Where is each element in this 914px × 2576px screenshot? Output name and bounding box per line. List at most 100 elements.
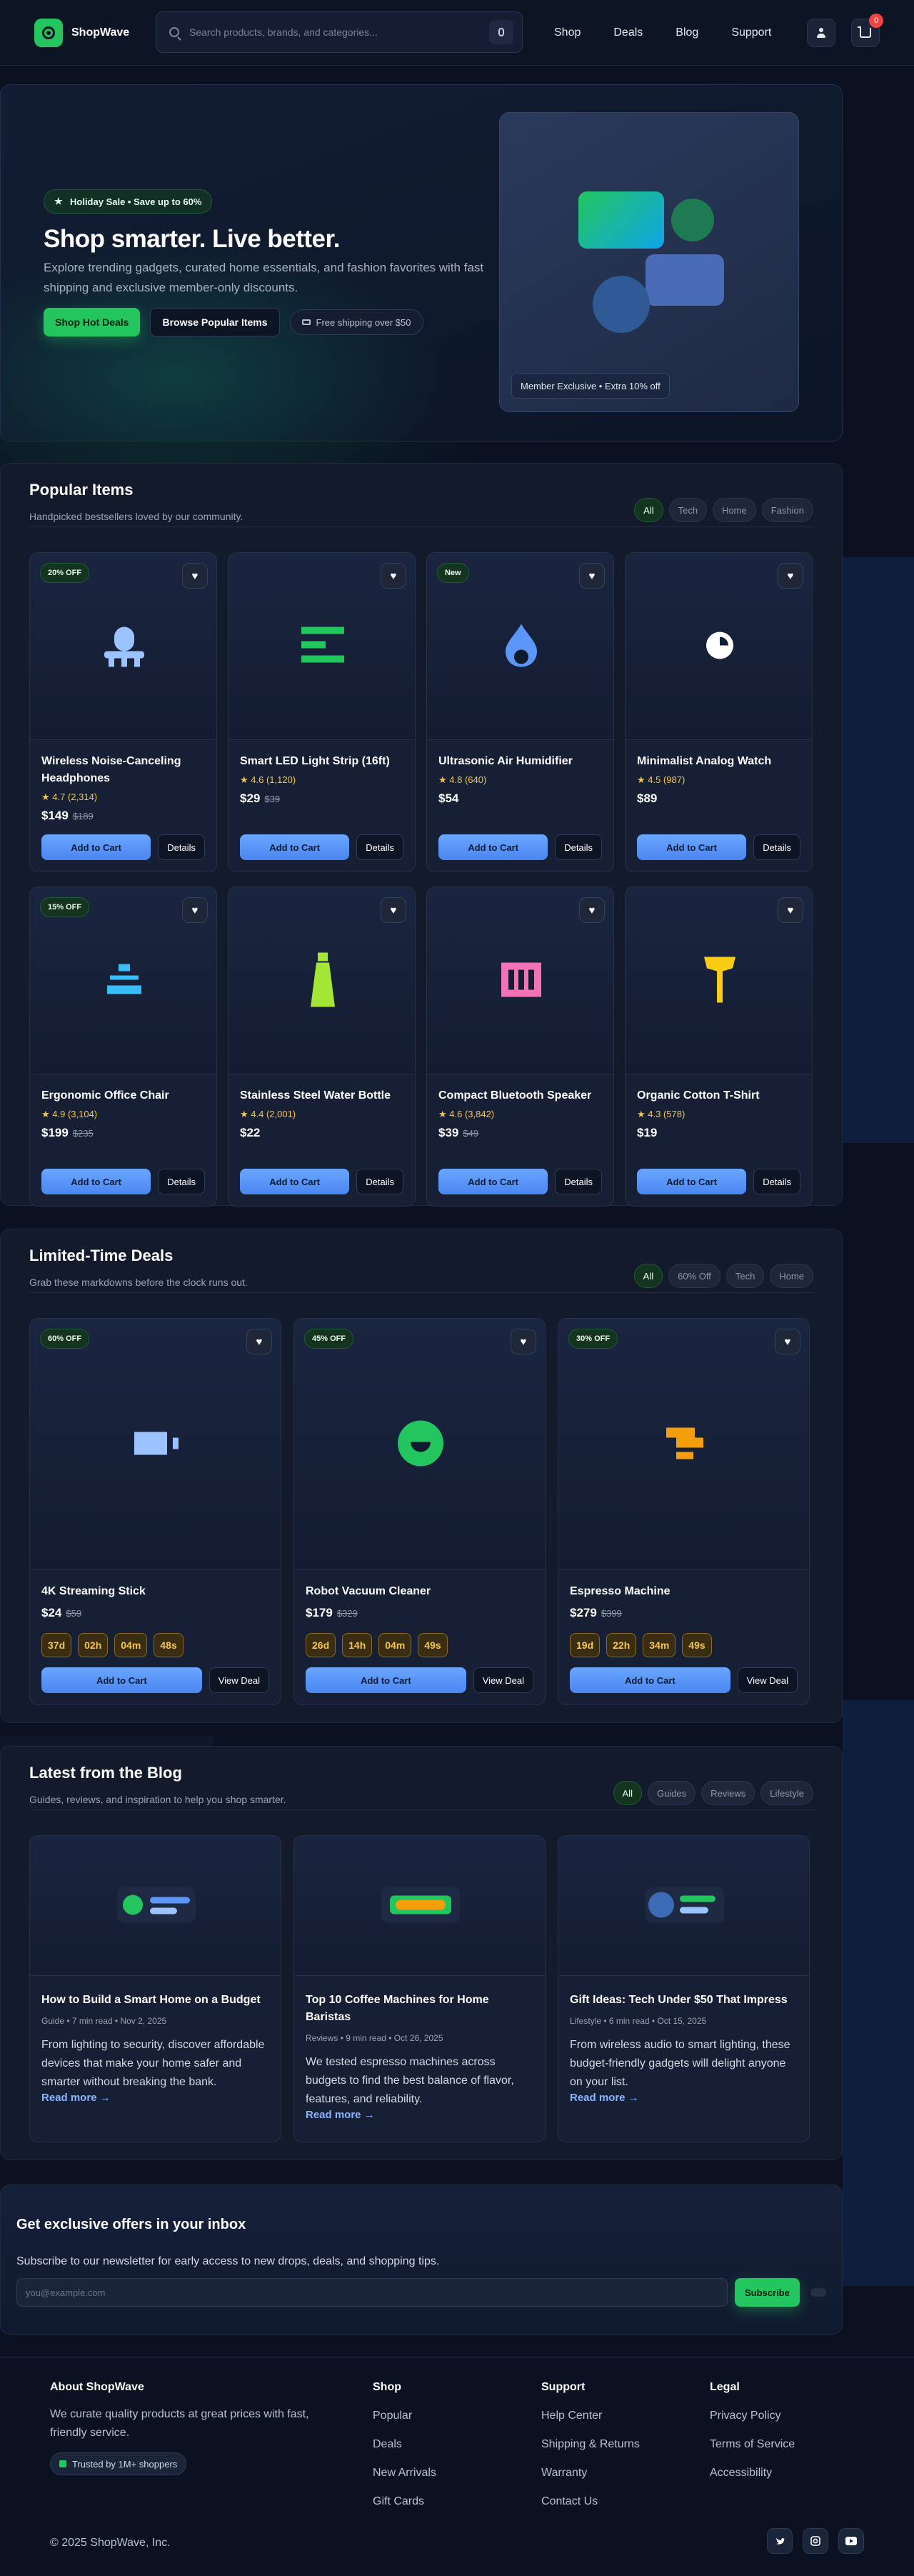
add-to-cart-button[interactable]: Add to Cart bbox=[637, 834, 747, 860]
deal-image[interactable]: 45% OFF ♥ bbox=[294, 1319, 545, 1570]
details-button[interactable]: Details bbox=[158, 1169, 205, 1194]
filter-chip-all[interactable]: All bbox=[613, 1781, 642, 1805]
read-more-link[interactable]: Read more → bbox=[570, 2092, 639, 2104]
filter-chip-fashion[interactable]: Fashion bbox=[761, 498, 813, 522]
heart-icon[interactable]: ♥ bbox=[579, 563, 605, 589]
filter-chip-home[interactable]: Home bbox=[770, 1264, 813, 1288]
product-image[interactable]: ♥ bbox=[626, 553, 812, 740]
product-image[interactable]: 20% OFF ♥ bbox=[30, 553, 216, 740]
details-button[interactable]: Details bbox=[356, 834, 403, 860]
nav-support[interactable]: Support bbox=[731, 26, 771, 39]
product-image[interactable]: ♥ bbox=[427, 887, 613, 1074]
view-deal-button[interactable]: View Deal bbox=[473, 1667, 533, 1693]
add-to-cart-button[interactable]: Add to Cart bbox=[438, 1169, 548, 1194]
add-to-cart-button[interactable]: Add to Cart bbox=[41, 834, 151, 860]
deal-name[interactable]: Espresso Machine bbox=[570, 1583, 798, 1600]
blog-title[interactable]: Top 10 Coffee Machines for Home Baristas bbox=[306, 1992, 533, 2026]
footer-link-privacy[interactable]: Privacy Policy bbox=[710, 2410, 795, 2422]
microphone-icon[interactable] bbox=[489, 20, 513, 44]
view-deal-button[interactable]: View Deal bbox=[737, 1667, 798, 1693]
blog-image[interactable] bbox=[294, 1836, 545, 1976]
details-button[interactable]: Details bbox=[753, 1169, 800, 1194]
footer-link-deals[interactable]: Deals bbox=[373, 2438, 436, 2451]
footer-link-new-arrivals[interactable]: New Arrivals bbox=[373, 2467, 436, 2480]
product-image[interactable]: 15% OFF ♥ bbox=[30, 887, 216, 1074]
blog-image[interactable] bbox=[30, 1836, 281, 1976]
add-to-cart-button[interactable]: Add to Cart bbox=[438, 834, 548, 860]
product-name[interactable]: Wireless Noise-Canceling Headphones bbox=[41, 753, 205, 787]
details-button[interactable]: Details bbox=[555, 834, 602, 860]
details-button[interactable]: Details bbox=[555, 1169, 602, 1194]
nav-deals[interactable]: Deals bbox=[613, 26, 643, 39]
deal-name[interactable]: 4K Streaming Stick bbox=[41, 1583, 269, 1600]
heart-icon[interactable]: ♥ bbox=[778, 563, 803, 589]
product-name[interactable]: Organic Cotton T-Shirt bbox=[637, 1087, 800, 1104]
product-image[interactable]: ♥ bbox=[228, 887, 415, 1074]
deal-image[interactable]: 30% OFF ♥ bbox=[558, 1319, 809, 1570]
search-input[interactable] bbox=[189, 26, 489, 38]
footer-link-warranty[interactable]: Warranty bbox=[541, 2467, 640, 2480]
filter-chip-guides[interactable]: Guides bbox=[647, 1781, 696, 1805]
add-to-cart-button[interactable]: Add to Cart bbox=[306, 1667, 466, 1693]
add-to-cart-button[interactable]: Add to Cart bbox=[637, 1169, 747, 1194]
heart-icon[interactable]: ♥ bbox=[381, 563, 406, 589]
product-name[interactable]: Smart LED Light Strip (16ft) bbox=[240, 753, 403, 770]
product-name[interactable]: Minimalist Analog Watch bbox=[637, 753, 800, 770]
read-more-link[interactable]: Read more → bbox=[306, 2109, 375, 2121]
instagram-icon[interactable] bbox=[803, 2528, 828, 2554]
toggle-switch[interactable] bbox=[810, 2288, 826, 2297]
blog-title[interactable]: Gift Ideas: Tech Under $50 That Impress bbox=[570, 1992, 798, 2009]
footer-link-popular[interactable]: Popular bbox=[373, 2410, 436, 2422]
footer-link-terms[interactable]: Terms of Service bbox=[710, 2438, 795, 2451]
filter-chip-60-off[interactable]: 60% Off bbox=[668, 1264, 720, 1288]
brand-logo[interactable]: ShopWave bbox=[34, 18, 129, 47]
heart-icon[interactable]: ♥ bbox=[579, 897, 605, 923]
filter-chip-all[interactable]: All bbox=[634, 498, 663, 522]
heart-icon[interactable]: ♥ bbox=[775, 1329, 800, 1354]
read-more-link[interactable]: Read more → bbox=[41, 2092, 111, 2104]
nav-blog[interactable]: Blog bbox=[676, 26, 698, 39]
blog-image[interactable] bbox=[558, 1836, 809, 1976]
nav-shop[interactable]: Shop bbox=[554, 26, 581, 39]
add-to-cart-button[interactable]: Add to Cart bbox=[240, 834, 350, 860]
product-name[interactable]: Ergonomic Office Chair bbox=[41, 1087, 205, 1104]
product-name[interactable]: Compact Bluetooth Speaker bbox=[438, 1087, 602, 1104]
footer-link-shipping-returns[interactable]: Shipping & Returns bbox=[541, 2438, 640, 2451]
filter-chip-tech[interactable]: Tech bbox=[725, 1264, 765, 1288]
subscribe-button[interactable]: Subscribe bbox=[735, 2278, 800, 2307]
twitter-icon[interactable] bbox=[767, 2528, 793, 2554]
footer-link-contact[interactable]: Contact Us bbox=[541, 2495, 640, 2508]
cart-button[interactable]: 0 bbox=[851, 14, 883, 47]
heart-icon[interactable]: ♥ bbox=[182, 897, 208, 923]
add-to-cart-button[interactable]: Add to Cart bbox=[41, 1667, 202, 1693]
footer-link-gift-cards[interactable]: Gift Cards bbox=[373, 2495, 436, 2508]
details-button[interactable]: Details bbox=[356, 1169, 403, 1194]
view-deal-button[interactable]: View Deal bbox=[209, 1667, 269, 1693]
add-to-cart-button[interactable]: Add to Cart bbox=[240, 1169, 350, 1194]
filter-chip-home[interactable]: Home bbox=[713, 498, 756, 522]
footer-link-accessibility[interactable]: Accessibility bbox=[710, 2467, 795, 2480]
blog-title[interactable]: How to Build a Smart Home on a Budget bbox=[41, 1992, 269, 2009]
deal-image[interactable]: 60% OFF ♥ bbox=[30, 1319, 281, 1570]
product-name[interactable]: Ultrasonic Air Humidifier bbox=[438, 753, 602, 770]
deal-name[interactable]: Robot Vacuum Cleaner bbox=[306, 1583, 533, 1600]
product-image[interactable]: ♥ bbox=[228, 553, 415, 740]
add-to-cart-button[interactable]: Add to Cart bbox=[41, 1169, 151, 1194]
heart-icon[interactable]: ♥ bbox=[778, 897, 803, 923]
shop-hot-deals-button[interactable]: Shop Hot Deals bbox=[44, 308, 141, 336]
product-name[interactable]: Stainless Steel Water Bottle bbox=[240, 1087, 403, 1104]
heart-icon[interactable]: ♥ bbox=[182, 563, 208, 589]
email-field[interactable] bbox=[16, 2278, 728, 2307]
heart-icon[interactable]: ♥ bbox=[381, 897, 406, 923]
filter-chip-lifestyle[interactable]: Lifestyle bbox=[760, 1781, 813, 1805]
account-button[interactable] bbox=[807, 19, 835, 47]
youtube-icon[interactable] bbox=[838, 2528, 864, 2554]
heart-icon[interactable]: ♥ bbox=[246, 1329, 272, 1354]
heart-icon[interactable]: ♥ bbox=[511, 1329, 536, 1354]
footer-link-help-center[interactable]: Help Center bbox=[541, 2410, 640, 2422]
filter-chip-reviews[interactable]: Reviews bbox=[701, 1781, 755, 1805]
browse-popular-button[interactable]: Browse Popular Items bbox=[150, 308, 280, 336]
details-button[interactable]: Details bbox=[753, 834, 800, 860]
details-button[interactable]: Details bbox=[158, 834, 205, 860]
filter-chip-tech[interactable]: Tech bbox=[668, 498, 708, 522]
